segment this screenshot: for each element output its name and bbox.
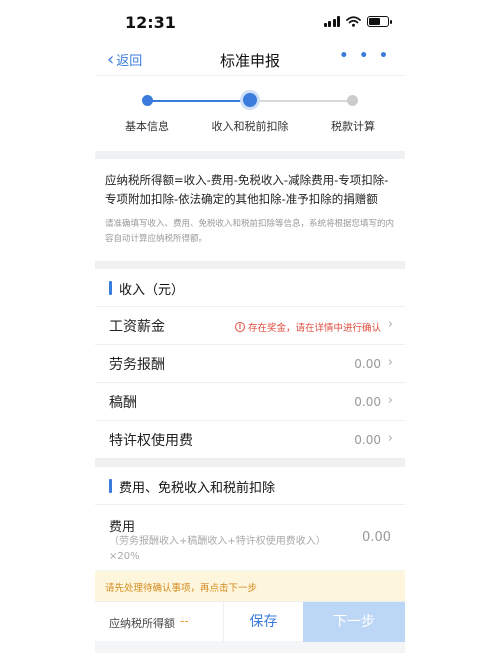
chevron-right-icon: › <box>387 393 393 408</box>
progress-stepper: 基本信息 收入和税前扣除 税款计算 <box>95 76 405 151</box>
bottom-bar: 应纳税所得额 -- 保存 下一步 <box>95 601 405 642</box>
row-label: 工资薪金 <box>109 319 165 335</box>
divider <box>95 261 405 269</box>
step-connector-done <box>147 100 250 102</box>
income-section-header: 收入（元） <box>95 269 405 307</box>
save-button[interactable]: 保存 <box>223 602 303 642</box>
row-value: 0.00 <box>354 357 381 371</box>
phone-screen: 12:31 ‹ 返回 标准申报 • • • 基本信息 收入和税前扣除 税款计算 … <box>95 0 405 653</box>
salary-warning: ! 存在奖金，请在详情中进行确认 <box>234 320 381 334</box>
row-label: 特许权使用费 <box>109 433 193 449</box>
taxable-income-label: 应纳税所得额 <box>109 617 175 630</box>
row-label: 稿酬 <box>109 395 137 411</box>
status-bar: 12:31 <box>95 0 405 44</box>
income-row-royalty-manuscript[interactable]: 稿酬 0.00 › <box>95 383 405 421</box>
taxable-formula: 应纳税所得额=收入-费用-免税收入-减除费用-专项扣除-专项附加扣除-依法确定的… <box>105 173 389 206</box>
chevron-right-icon: › <box>387 355 393 370</box>
income-row-labor[interactable]: 劳务报酬 0.00 › <box>95 345 405 383</box>
income-row-franchise[interactable]: 特许权使用费 0.00 › <box>95 421 405 459</box>
fee-row: 费用 （劳务报酬收入+稿酬收入+特许权使用费收入）×20% 0.00 <box>95 505 405 570</box>
step-dot-income <box>243 93 257 107</box>
formula-hint: 请准确填写收入、费用、免税收入和税前扣除等信息，系统将根据您填写的内容自动计算应… <box>105 219 395 244</box>
fee-formula: （劳务报酬收入+稿酬收入+特许权使用费收入）×20% <box>109 536 326 562</box>
step-dot-tax-calc <box>347 95 358 106</box>
status-time: 12:31 <box>125 13 176 32</box>
row-value: 0.00 <box>354 395 381 409</box>
chevron-right-icon: › <box>387 317 393 332</box>
chevron-right-icon: › <box>387 431 393 446</box>
deductions-section-header: 费用、免税收入和税前扣除 <box>95 467 405 505</box>
fee-value: 0.00 <box>362 530 391 545</box>
signal-icon <box>323 16 340 27</box>
next-step-button[interactable]: 下一步 <box>303 602 405 642</box>
fee-label: 费用 <box>109 520 136 535</box>
alert-circle-icon: ! <box>234 322 245 332</box>
taxable-income-value: -- <box>180 614 189 628</box>
step-dot-basic-info <box>142 95 153 106</box>
row-label: 劳务报酬 <box>109 357 165 373</box>
battery-fill <box>369 18 380 25</box>
more-dots-icon[interactable]: • • • <box>339 48 391 64</box>
wifi-icon <box>346 16 361 27</box>
step-connector-todo <box>250 100 353 102</box>
formula-block: 应纳税所得额=收入-费用-免税收入-减除费用-专项扣除-专项附加扣除-依法确定的… <box>95 159 405 261</box>
warning-text: 存在奖金，请在详情中进行确认 <box>247 323 381 334</box>
section-accent-bar <box>109 281 112 295</box>
step-label-tax-calc: 税款计算 <box>331 120 375 133</box>
battery-icon <box>367 16 392 27</box>
income-row-salary[interactable]: 工资薪金 ! 存在奖金，请在详情中进行确认 › <box>95 307 405 345</box>
income-section-title: 收入（元） <box>119 283 185 298</box>
nav-bar: ‹ 返回 标准申报 • • • <box>95 44 405 76</box>
step-label-basic-info: 基本信息 <box>125 120 169 133</box>
step-label-income: 收入和税前扣除 <box>211 120 289 133</box>
divider <box>95 151 405 159</box>
divider <box>95 459 405 467</box>
row-value: 0.00 <box>354 433 381 447</box>
status-icons <box>323 16 392 27</box>
deductions-section-title: 费用、免税收入和税前扣除 <box>119 481 276 496</box>
section-accent-bar <box>109 479 112 493</box>
pending-notice: 请先处理待确认事项，再点击下一步 <box>95 571 405 601</box>
